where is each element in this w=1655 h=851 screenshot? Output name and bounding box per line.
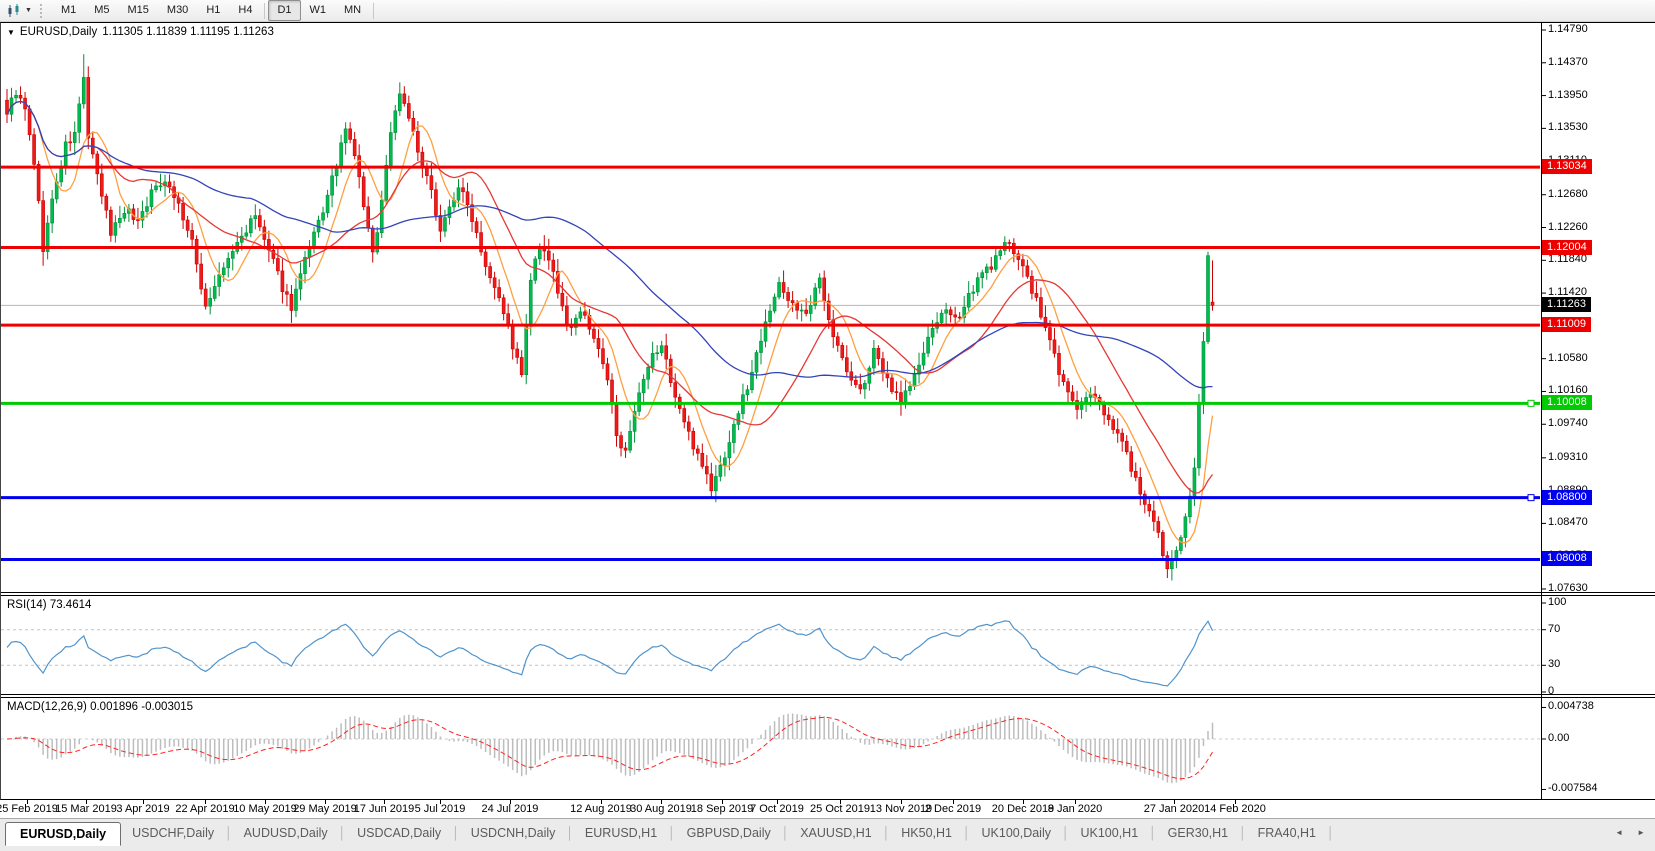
macd-panel[interactable]: [1, 714, 1540, 784]
chart-tab-eurusd-h1[interactable]: EURUSD,H1: [574, 820, 668, 846]
tab-separator: │: [1062, 826, 1070, 840]
toolbar-grip[interactable]: [40, 4, 46, 18]
chart-tab-gbpusd-daily[interactable]: GBPUSD,Daily: [676, 820, 782, 846]
chart-tab-uk100-h1[interactable]: UK100,H1: [1069, 820, 1149, 846]
candles: [6, 54, 1215, 580]
chart-tab-eurusd-daily[interactable]: EURUSD,Daily: [5, 822, 121, 846]
chart-tab-fra40-h1[interactable]: FRA40,H1: [1247, 820, 1327, 846]
timeframe-button-w1[interactable]: W1: [301, 0, 336, 21]
tab-separator: │: [1149, 826, 1157, 840]
rsi-line: [7, 621, 1213, 686]
chart-tab-usdcnh-daily[interactable]: USDCNH,Daily: [460, 820, 567, 846]
chart-tab-xauusd-h1[interactable]: XAUUSD,H1: [789, 820, 883, 846]
timeframe-button-m30[interactable]: M30: [158, 0, 197, 21]
chart-tab-usdchf-daily[interactable]: USDCHF,Daily: [121, 820, 225, 846]
tab-separator: │: [668, 826, 676, 840]
tab-separator: │: [1327, 826, 1335, 840]
timeframe-button-m1[interactable]: M1: [52, 0, 85, 21]
mt4-terminal: { "toolbar": { "dropdown_caret": "▼", "t…: [0, 0, 1655, 850]
tab-separator: │: [963, 826, 971, 840]
tab-scroll-right-icon[interactable]: ►: [1637, 828, 1645, 837]
tab-separator: │: [782, 826, 790, 840]
candlestick-chart-icon: [6, 4, 22, 18]
tab-separator: │: [883, 826, 891, 840]
chart-tab-ger30-h1[interactable]: GER30,H1: [1157, 820, 1239, 846]
chevron-down-icon: ▼: [25, 7, 32, 14]
timeframe-button-mn[interactable]: MN: [335, 0, 370, 21]
tab-separator: │: [1239, 826, 1247, 840]
line-handle[interactable]: [1528, 495, 1534, 501]
tab-scroll-left-icon[interactable]: ◄: [1615, 828, 1623, 837]
chart-tab-usdcad-daily[interactable]: USDCAD,Daily: [346, 820, 452, 846]
timeframe-button-h1[interactable]: H1: [197, 0, 229, 21]
chart-canvas[interactable]: [0, 0, 1655, 850]
timeframe-button-m5[interactable]: M5: [85, 0, 118, 21]
tab-separator: │: [225, 826, 233, 840]
chart-mode-button[interactable]: ▼: [0, 1, 36, 20]
line-handle[interactable]: [1528, 400, 1534, 406]
timeframe-button-d1[interactable]: D1: [268, 0, 300, 21]
tab-separator: │: [339, 826, 347, 840]
timeframe-toolbar: ▼ M1M5M15M30H1H4 D1W1MN: [0, 0, 1655, 22]
timeframe-button-m15[interactable]: M15: [119, 0, 158, 21]
toolbar-separator: [264, 3, 265, 19]
timeframe-button-h4[interactable]: H4: [229, 0, 261, 21]
tab-separator: │: [452, 826, 460, 840]
rsi-panel[interactable]: [1, 621, 1540, 686]
price-panel[interactable]: [1, 54, 1540, 580]
chart-tab-hk50-h1[interactable]: HK50,H1: [890, 820, 963, 846]
chart-tab-audusd-daily[interactable]: AUDUSD,Daily: [233, 820, 339, 846]
chart-tab-uk100-daily[interactable]: UK100,Daily: [971, 820, 1062, 846]
tab-separator: │: [566, 826, 574, 840]
toolbar-separator: [373, 3, 374, 19]
chart-tab-bar: EURUSD,DailyUSDCHF,Daily│AUDUSD,Daily│US…: [0, 818, 1655, 851]
